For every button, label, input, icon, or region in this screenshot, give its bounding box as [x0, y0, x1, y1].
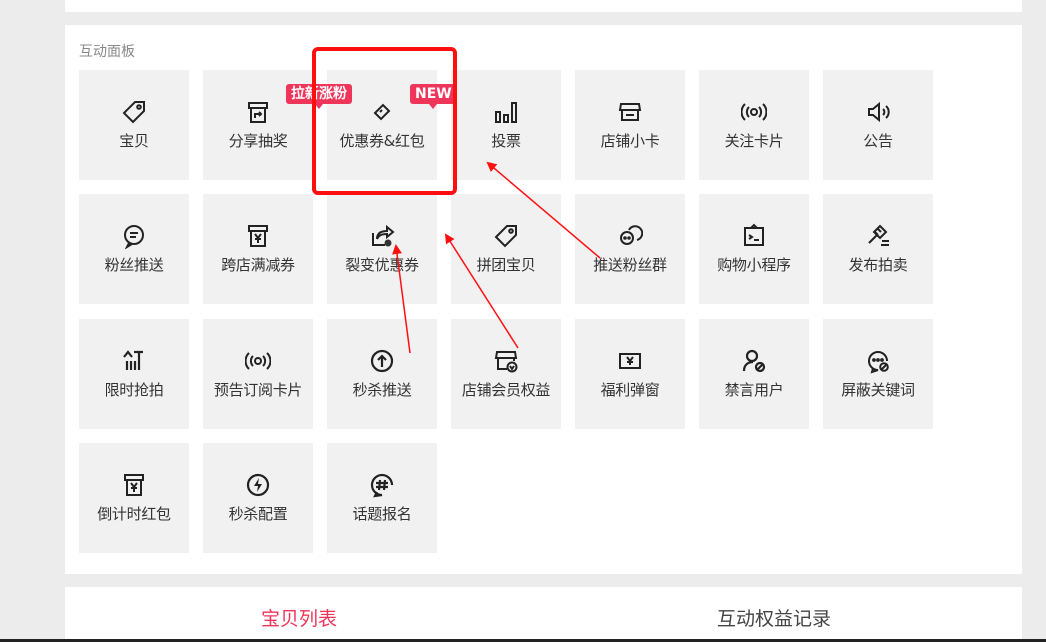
tile-flash-sale[interactable]: 限时抢拍 — [79, 319, 189, 429]
tile-seckill-config[interactable]: 秒杀配置 — [203, 443, 313, 553]
tile-welfare-popup[interactable]: 福利弹窗 — [575, 319, 685, 429]
gavel-icon — [863, 221, 893, 251]
chat-bubble-icon — [119, 221, 149, 251]
panel-title: 互动面板 — [79, 44, 135, 60]
block-keyword-icon — [863, 346, 893, 376]
yen-window-icon — [615, 346, 645, 376]
member-store-icon — [491, 346, 521, 376]
tab-interaction-records[interactable]: 互动权益记录 — [717, 604, 831, 631]
arrow-up-circle-icon — [367, 346, 397, 376]
tag-icon — [491, 221, 521, 251]
interaction-panel: 互动面板 宝贝 分享抽奖 优惠券&红包 投票 店铺小卡 关注卡片 公告 粉丝推送… — [65, 25, 1022, 574]
yen-box-icon — [119, 470, 149, 500]
tile-group-buy[interactable]: 拼团宝贝 — [451, 194, 561, 304]
bottom-tab-bar: 宝贝列表 互动权益记录 — [65, 587, 1022, 642]
tile-preview-subscribe-card[interactable]: 预告订阅卡片 — [203, 319, 313, 429]
vote-bars-icon — [491, 97, 521, 127]
tile-auction[interactable]: 发布拍卖 — [823, 194, 933, 304]
tile-cross-store-coupon[interactable]: 跨店满减券 — [203, 194, 313, 304]
hashtag-icon — [367, 470, 397, 500]
tile-countdown-redpacket[interactable]: 倒计时红包 — [79, 443, 189, 553]
flash-sale-icon — [119, 346, 149, 376]
tile-store-card[interactable]: 店铺小卡 — [575, 70, 685, 180]
tile-store-member-benefits[interactable]: 店铺会员权益 — [451, 319, 561, 429]
tile-topic-signup[interactable]: 话题报名 — [327, 443, 437, 553]
broadcast-icon — [243, 346, 273, 376]
tile-vote[interactable]: 投票 — [451, 70, 561, 180]
store-icon — [615, 97, 645, 127]
lightning-circle-icon — [243, 470, 273, 500]
tab-item-list[interactable]: 宝贝列表 — [261, 604, 337, 631]
tile-seckill-push[interactable]: 秒杀推送 — [327, 319, 437, 429]
yen-box-icon — [243, 221, 273, 251]
tile-mini-program[interactable]: 购物小程序 — [699, 194, 809, 304]
mute-user-icon — [739, 346, 769, 376]
share-box-icon — [243, 97, 273, 127]
tag-icon — [119, 97, 149, 127]
share-coupon-icon — [367, 221, 397, 251]
broadcast-icon — [739, 97, 769, 127]
tile-baobei[interactable]: 宝贝 — [79, 70, 189, 180]
tile-fan-push[interactable]: 粉丝推送 — [79, 194, 189, 304]
tile-fission-coupon[interactable]: 裂变优惠券 — [327, 194, 437, 304]
top-panel — [65, 0, 1022, 12]
tile-follow-card[interactable]: 关注卡片 — [699, 70, 809, 180]
mini-program-icon — [739, 221, 769, 251]
tile-block-keywords[interactable]: 屏蔽关键词 — [823, 319, 933, 429]
tile-push-fan-group[interactable]: 推送粉丝群 — [575, 194, 685, 304]
speaker-icon — [863, 97, 893, 127]
tile-mute-user[interactable]: 禁言用户 — [699, 319, 809, 429]
tile-announcement[interactable]: 公告 — [823, 70, 933, 180]
highlight-box — [312, 47, 457, 195]
group-chat-icon — [615, 221, 645, 251]
